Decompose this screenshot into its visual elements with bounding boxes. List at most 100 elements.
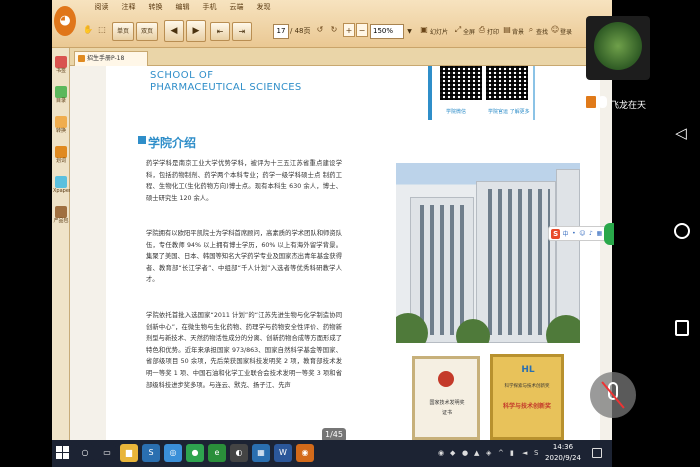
ime-toolbar[interactable]: S 中 • ☺ ♪ ▦ ▲	[548, 226, 612, 241]
sidebar-item-icon	[55, 176, 67, 188]
print-button[interactable]: 打印	[487, 27, 499, 36]
video-thumbnail[interactable]	[586, 16, 650, 80]
back-nav-icon[interactable]: ◁	[672, 124, 690, 142]
first-page-button[interactable]: ⇤	[210, 22, 230, 41]
tray-app-icon[interactable]: ◆	[450, 449, 455, 457]
last-page-button[interactable]: ⇥	[232, 22, 252, 41]
document-area[interactable]: SCHOOL OF PHARMACEUTICAL SCIENCES 学院微信 学…	[70, 66, 612, 440]
ime-voice-icon[interactable]: ♪	[588, 230, 594, 237]
zoom-out-icon[interactable]: −	[356, 23, 368, 37]
sidebar-item[interactable]: 书签	[53, 56, 69, 75]
rotate-left-icon[interactable]: ↺	[314, 23, 326, 37]
qr-code-wechat	[440, 66, 482, 100]
paragraph-3: 学院依托首批入选国家“2011 计划”的“江苏先进生物与化学制造协同创新中心”，…	[146, 312, 342, 389]
clock-time[interactable]: 14:36	[548, 443, 578, 451]
login-button[interactable]: 登录	[560, 27, 572, 36]
home-nav-icon[interactable]	[674, 223, 690, 239]
menu-item[interactable]: 注释	[115, 2, 142, 12]
page-number-input[interactable]: 17	[273, 24, 289, 39]
school-name-en-line1: SCHOOL OF	[150, 70, 214, 81]
sidebar-item[interactable]: 转换	[53, 116, 69, 135]
tray-app-icon[interactable]: ▲	[474, 449, 479, 457]
network-icon[interactable]: ▮	[510, 449, 514, 457]
windows-taskbar: ○ ▭ ▆ S ◎ ● e ◐ ▦ W ◉ ◉ ◆ ● ▲ ◈ ^ ▮ ◄ S 14:36 2020…	[52, 440, 612, 467]
taskbar-app-e-icon[interactable]: e	[208, 444, 226, 462]
menu-item[interactable]: 编辑	[169, 2, 196, 12]
notification-icon[interactable]	[592, 448, 602, 458]
ime-emoji-icon[interactable]: ☺	[579, 230, 585, 237]
taskbar-app-green-icon[interactable]: ●	[186, 444, 204, 462]
taskbar-search-icon[interactable]: ○	[76, 444, 94, 462]
video-avatar-image	[594, 22, 642, 70]
zoom-select[interactable]: 150%	[370, 24, 404, 39]
pdf-reader-window: ◕ 阅读 注释 转换 编辑 手机 云端 发现 ✋ ⬚ 单页 双页 ◀ ▶ ⇤ ⇥ 17 / …	[52, 0, 612, 440]
menu-item[interactable]: 发现	[250, 2, 277, 12]
taskbar-app-reader-icon[interactable]: ◉	[296, 444, 314, 462]
tray-app-icon[interactable]: ●	[462, 449, 468, 457]
tab-bar: 招生手册P-18	[70, 48, 612, 66]
sidebar-item-label: 产品包	[53, 218, 69, 224]
tray-app-icon[interactable]: ◈	[486, 449, 491, 457]
sidebar-item[interactable]: Xpaper	[53, 176, 71, 195]
tray-chevron-icon[interactable]: ^	[498, 449, 504, 457]
prev-button[interactable]: ◀	[164, 20, 184, 42]
blue-frame-line-right	[533, 66, 535, 120]
menu-item[interactable]: 手机	[196, 2, 223, 12]
double-page-button[interactable]: 双页	[136, 22, 158, 41]
sidebar-item[interactable]: 产品包	[53, 206, 69, 225]
menu-item[interactable]: 云端	[223, 2, 250, 12]
menu-bar: 阅读 注释 转换 编辑 手机 云端 发现	[88, 2, 277, 12]
next-button[interactable]: ▶	[186, 20, 206, 42]
single-page-button[interactable]: 单页	[112, 22, 134, 41]
ime-punct-icon[interactable]: •	[571, 230, 577, 237]
screen: ◕ 阅读 注释 转换 编辑 手机 云端 发现 ✋ ⬚ 单页 双页 ◀ ▶ ⇤ ⇥ 17 / …	[0, 0, 700, 467]
sogou-ime-icon[interactable]: S	[551, 228, 561, 239]
paragraph-2: 学院拥有以欧阳平凯院士为学科首席顾问，高素质的学术团队和师资队伍，专任教师 94…	[146, 230, 342, 284]
select-tool-icon[interactable]: ⬚	[96, 23, 108, 37]
floating-ball-icon[interactable]	[604, 223, 614, 245]
recents-nav-icon[interactable]	[675, 320, 689, 336]
menu-item[interactable]: 转换	[142, 2, 169, 12]
sidebar-item[interactable]: 划词	[53, 146, 69, 165]
slideshow-button[interactable]: 幻灯片	[430, 27, 448, 36]
sidebar-item-icon	[55, 146, 67, 158]
chevron-down-icon[interactable]: ▼	[405, 24, 414, 39]
ime-tray-icon[interactable]: S	[534, 449, 538, 457]
hand-tool-icon[interactable]: ✋	[82, 23, 94, 37]
sidebar-item-label: Xpaper	[53, 188, 71, 194]
taskbar-app-word-icon[interactable]: W	[274, 444, 292, 462]
background-button[interactable]: 背景	[512, 27, 524, 36]
search-button[interactable]: 查找	[536, 27, 548, 36]
cert-right-logo: HL	[521, 365, 535, 375]
sidebar-item-icon	[55, 56, 67, 68]
menu-item[interactable]: 阅读	[88, 2, 115, 12]
sidebar-item-label: 书签	[55, 68, 66, 74]
sidebar-item-icon	[55, 206, 67, 218]
taskbar-app-swirl-icon[interactable]: ◎	[164, 444, 182, 462]
qr-caption-wechat: 学院微信	[446, 109, 467, 115]
mute-button[interactable]	[590, 372, 636, 418]
taskbar-file-explorer-icon[interactable]: ▆	[120, 444, 138, 462]
document-tab[interactable]: 招生手册P-18	[74, 51, 148, 66]
taskbar-task-view-icon[interactable]: ▭	[98, 444, 116, 462]
tray-app-icon[interactable]: ◉	[438, 449, 444, 457]
side-panel: 书签目录转换划词 Xpaper 产品包	[52, 48, 71, 440]
taskbar-app-dark-icon[interactable]: ◐	[230, 444, 248, 462]
windows-start-icon[interactable]	[56, 446, 70, 460]
volume-icon[interactable]: ◄	[522, 449, 527, 457]
slideshow-icon[interactable]: ▣	[418, 23, 430, 37]
zoom-in-icon[interactable]: +	[343, 23, 355, 37]
section-bullet-icon	[138, 136, 146, 144]
app-logo-icon[interactable]: ◕	[54, 6, 76, 36]
taskbar-app-chart-icon[interactable]: ▦	[252, 444, 270, 462]
ime-keyboard-icon[interactable]: ▦	[596, 230, 603, 237]
sidebar-item[interactable]: 目录	[53, 86, 69, 105]
cert-right-subtitle: 科学与技术创新奖	[502, 403, 551, 410]
rotate-right-icon[interactable]: ↻	[328, 23, 340, 37]
fullscreen-button[interactable]: 全屏	[463, 27, 475, 36]
ime-mode-icon[interactable]: 中	[562, 229, 568, 238]
sidebar-item-label: 目录	[55, 98, 66, 104]
clock-date[interactable]: 2020/9/24	[542, 454, 584, 462]
page-total-label: / 48页	[290, 27, 311, 35]
taskbar-app-s-icon[interactable]: S	[142, 444, 160, 462]
